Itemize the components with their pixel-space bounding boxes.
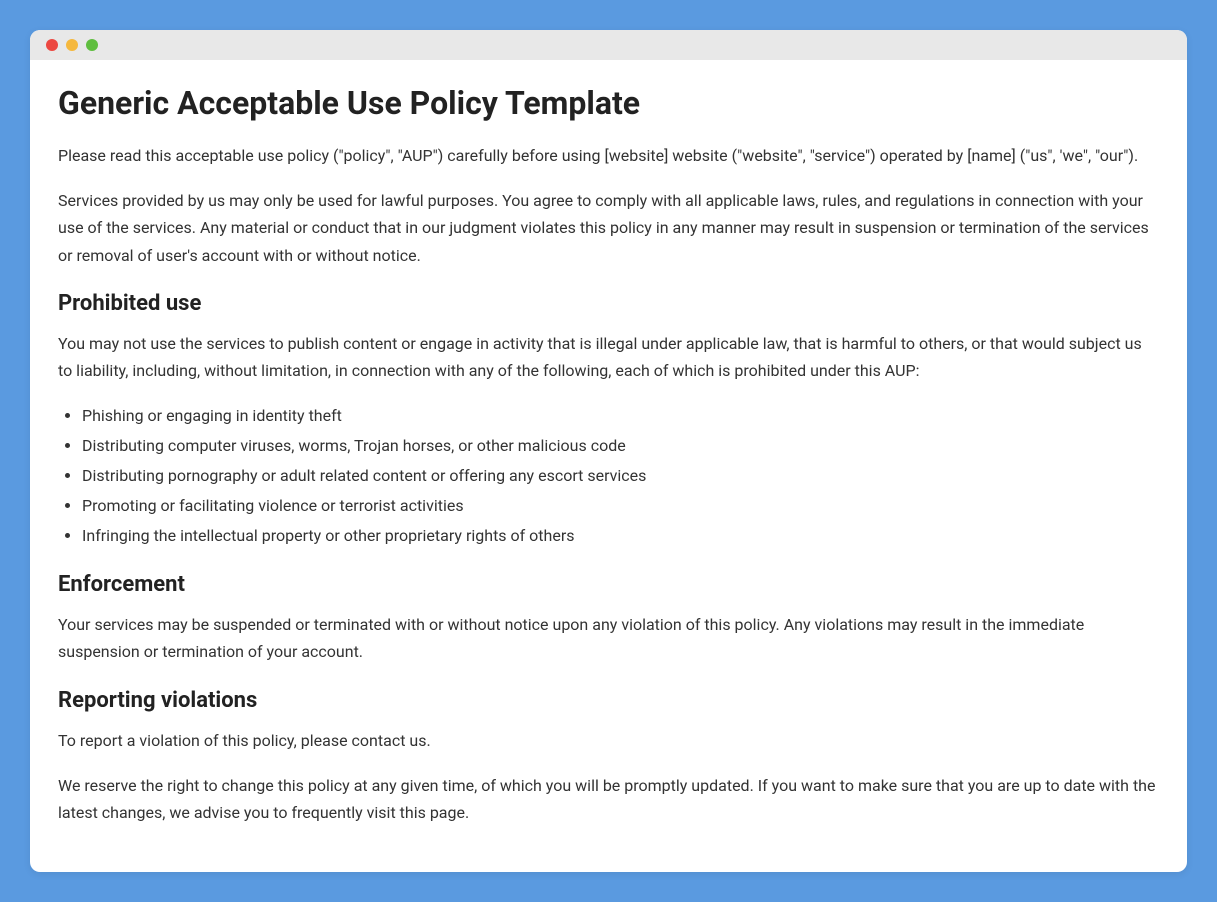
app-window: Generic Acceptable Use Policy Template P… — [30, 30, 1187, 872]
section-heading-reporting: Reporting violations — [58, 688, 1159, 713]
window-titlebar — [30, 30, 1187, 60]
maximize-icon[interactable] — [86, 39, 98, 51]
section-heading-enforcement: Enforcement — [58, 572, 1159, 597]
list-item: Distributing computer viruses, worms, Tr… — [82, 432, 1159, 460]
section-paragraph-reporting-1: To report a violation of this policy, pl… — [58, 727, 1159, 754]
prohibited-list: Phishing or engaging in identity theft D… — [58, 402, 1159, 550]
intro-paragraph-2: Services provided by us may only be used… — [58, 187, 1159, 269]
list-item: Phishing or engaging in identity theft — [82, 402, 1159, 430]
document-content: Generic Acceptable Use Policy Template P… — [30, 60, 1187, 872]
section-paragraph-prohibited: You may not use the services to publish … — [58, 330, 1159, 384]
list-item: Promoting or facilitating violence or te… — [82, 492, 1159, 520]
page-title: Generic Acceptable Use Policy Template — [58, 84, 1159, 122]
close-icon[interactable] — [46, 39, 58, 51]
section-paragraph-reporting-2: We reserve the right to change this poli… — [58, 772, 1159, 826]
section-paragraph-enforcement: Your services may be suspended or termin… — [58, 611, 1159, 665]
list-item: Infringing the intellectual property or … — [82, 522, 1159, 550]
list-item: Distributing pornography or adult relate… — [82, 462, 1159, 490]
minimize-icon[interactable] — [66, 39, 78, 51]
intro-paragraph-1: Please read this acceptable use policy (… — [58, 142, 1159, 169]
section-heading-prohibited: Prohibited use — [58, 291, 1159, 316]
